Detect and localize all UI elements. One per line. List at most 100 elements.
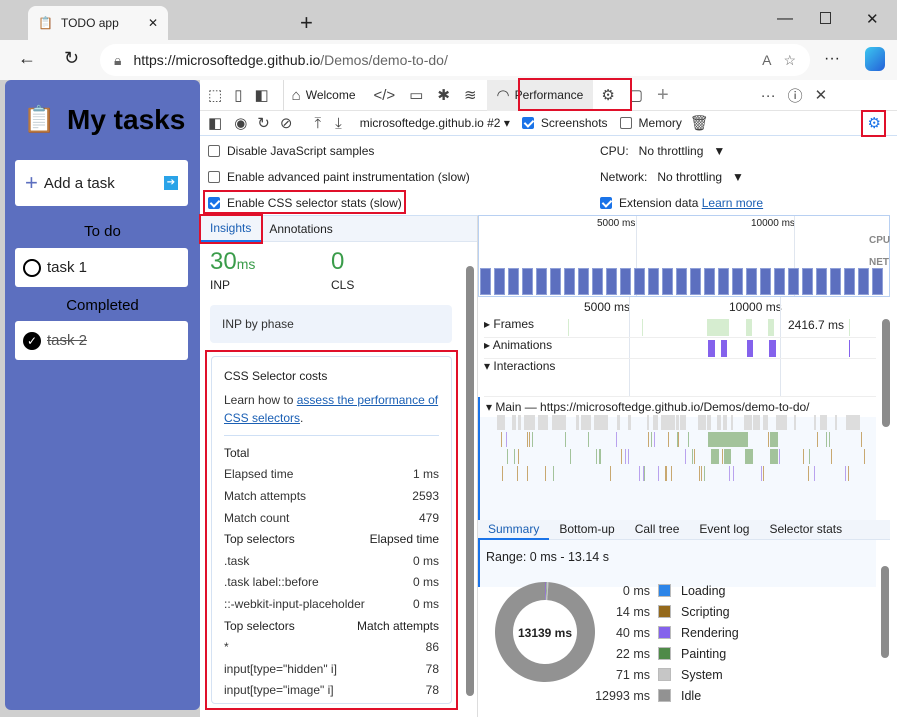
dock-icon[interactable]: ◧ — [254, 86, 268, 104]
legend-item: 40 ms Rendering — [615, 625, 739, 640]
tab-welcome[interactable]: ⌂ Welcome — [282, 79, 356, 111]
help-icon[interactable]: ⓘ — [788, 85, 803, 106]
record-icon[interactable]: ◉ — [234, 114, 247, 132]
screenshot-thumbnail — [480, 268, 491, 295]
main-thread-event — [809, 449, 811, 464]
main-thread-task — [497, 415, 503, 430]
main-thread-event — [729, 466, 731, 481]
main-thread-task — [794, 415, 797, 430]
task-item[interactable]: task 1 — [15, 248, 188, 287]
inspect-icon[interactable]: ⬚ — [208, 86, 222, 104]
network-throttling-select[interactable]: No throttling ▼ — [657, 170, 744, 184]
clipboard-logo-icon: 📋 — [23, 104, 56, 134]
cpu-throttling-select[interactable]: No throttling ▼ — [639, 144, 726, 158]
enter-icon: ➔ — [164, 176, 178, 190]
elements-icon[interactable]: </> — [374, 87, 396, 104]
adv-paint-setting[interactable]: Enable advanced paint instrumentation (s… — [208, 170, 470, 184]
upload-icon[interactable]: ⤒ — [314, 115, 321, 132]
learn-more-link[interactable]: Learn more — [702, 196, 763, 210]
tab-event-log[interactable]: Event log — [689, 520, 759, 540]
device-emulation-icon[interactable]: ▯ — [234, 86, 242, 104]
todo-app: 📋 My tasks + Add a task ➔ To do task 1 C… — [5, 80, 200, 710]
screenshot-thumbnail — [564, 268, 575, 295]
legend-swatch — [658, 647, 671, 660]
screenshot-thumbnail — [718, 268, 729, 295]
browser-tab[interactable]: 📋 TODO app ✕ — [28, 6, 168, 40]
frame-mark — [642, 319, 643, 336]
sidebar-toggle-icon[interactable]: ◧ — [208, 114, 222, 132]
tab-selector-stats[interactable]: Selector stats — [759, 520, 852, 540]
main-thread-event — [770, 432, 778, 447]
home-icon: ⌂ — [291, 86, 301, 104]
disable-js-setting[interactable]: Disable JavaScript samples — [208, 144, 374, 158]
main-thread-event — [745, 449, 753, 464]
checked-circle-icon[interactable]: ✓ — [23, 331, 41, 350]
main-thread-event — [588, 432, 590, 447]
stat-row: Elapsed time 1 ms — [224, 467, 439, 482]
main-thread-event — [722, 449, 724, 464]
network-wifi-icon[interactable]: ≋ — [464, 86, 477, 104]
tab-bottom-up[interactable]: Bottom-up — [549, 520, 624, 540]
console-icon[interactable]: ▭ — [409, 86, 423, 104]
close-tab-icon[interactable]: ✕ — [148, 16, 158, 30]
legend-swatch — [658, 626, 671, 639]
read-aloud-icon[interactable]: A — [762, 52, 771, 68]
devtools: ⬚ ▯ ◧ ⌂ Welcome </> ▭ ✱ ≋ ◠ Performance ⚙ … — [199, 78, 897, 717]
new-tab-button[interactable]: + — [300, 10, 313, 36]
reload-record-icon[interactable]: ↻ — [257, 114, 270, 132]
screenshot-thumbnail — [634, 268, 645, 295]
more-button[interactable]: ··· — [824, 50, 840, 68]
add-tab-icon[interactable]: + — [657, 84, 669, 107]
inp-by-phase-card[interactable]: INP by phase — [210, 305, 452, 343]
main-thread-event — [517, 466, 519, 481]
main-thread-task — [600, 415, 605, 430]
add-task-button[interactable]: + Add a task ➔ — [15, 160, 188, 206]
main-thread-event — [668, 432, 670, 447]
tracks-scrollbar[interactable] — [882, 319, 890, 427]
download-icon[interactable]: ⤓ — [335, 115, 342, 132]
main-thread-task — [723, 415, 727, 430]
selector-row: .task label::before 0 ms — [224, 575, 439, 590]
main-thread-event — [863, 449, 865, 464]
main-thread-task — [653, 415, 658, 430]
clear-icon[interactable]: ⊘ — [280, 114, 293, 132]
main-thread-task — [782, 415, 788, 430]
frame-mark — [768, 319, 774, 336]
refresh-button[interactable]: ↻ — [64, 48, 79, 69]
tab-summary[interactable]: Summary — [478, 520, 550, 540]
target-select[interactable]: microsoftedge.github.io #2 ▾ — [360, 116, 510, 130]
screenshots-checkbox[interactable] — [521, 117, 534, 129]
tab-annotations[interactable]: Annotations — [261, 222, 340, 236]
main-thread-event — [711, 449, 719, 464]
more-tools-icon[interactable]: ··· — [761, 87, 776, 104]
main-thread-task — [616, 415, 621, 430]
address-bar[interactable]: 🔒︎ https://microsoftedge.github.io/Demos… — [100, 44, 810, 76]
extension-data-checkbox[interactable] — [600, 197, 612, 209]
insights-scrollbar[interactable] — [466, 266, 474, 696]
timeline-overview[interactable]: 5000 ms 10000 ms CPU NET — [478, 215, 890, 297]
tab-call-tree[interactable]: Call tree — [625, 520, 690, 540]
favorite-star-icon[interactable]: ☆ — [783, 52, 796, 69]
screenshot-thumbnail — [550, 268, 561, 295]
animation-mark — [708, 340, 715, 357]
frame-mark — [707, 319, 729, 336]
minimize-button[interactable]: — — [777, 10, 793, 28]
main-thread-event — [704, 466, 706, 481]
legend-item: 12993 ms Idle — [595, 688, 702, 703]
unchecked-circle-icon[interactable] — [23, 258, 41, 277]
screenshot-thumbnail — [774, 268, 785, 295]
highlight-css-stats — [203, 190, 406, 214]
back-button[interactable]: ← — [18, 48, 36, 69]
memory-checkbox[interactable] — [619, 117, 632, 129]
animation-mark — [747, 340, 753, 357]
animation-mark — [849, 340, 850, 357]
sources-bug-icon[interactable]: ✱ — [437, 86, 450, 104]
maximize-button[interactable] — [820, 12, 831, 24]
main-thread-event — [779, 449, 781, 464]
trash-icon[interactable]: 🗑︎ — [690, 114, 709, 132]
copilot-icon[interactable] — [865, 47, 885, 71]
task-item[interactable]: ✓ task 2 — [15, 321, 188, 360]
summary-scrollbar[interactable] — [881, 566, 889, 658]
close-devtools-icon[interactable]: ✕ — [815, 86, 828, 104]
close-window-button[interactable]: ✕ — [866, 10, 879, 28]
